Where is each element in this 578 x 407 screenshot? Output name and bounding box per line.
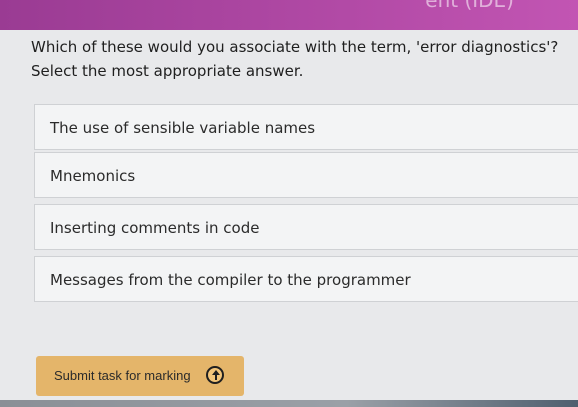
question-instruction: Select the most appropriate answer. — [31, 62, 304, 80]
answer-option-1[interactable]: The use of sensible variable names — [34, 104, 578, 150]
question-text: Which of these would you associate with … — [31, 38, 559, 56]
question-panel: Which of these would you associate with … — [0, 30, 578, 407]
submit-button[interactable]: Submit task for marking — [36, 356, 244, 396]
upload-icon — [206, 366, 224, 384]
answer-option-3[interactable]: Inserting comments in code — [34, 204, 578, 250]
lesson-title-partial: ent (IDE) — [425, 0, 514, 12]
answer-label: The use of sensible variable names — [50, 119, 316, 137]
answer-option-4[interactable]: Messages from the compiler to the progra… — [34, 256, 578, 302]
submit-label: Submit task for marking — [54, 368, 191, 383]
answer-label: Inserting comments in code — [50, 219, 260, 237]
answer-option-2[interactable]: Mnemonics — [34, 152, 578, 198]
answer-label: Mnemonics — [50, 167, 136, 185]
top-banner: ent (IDE) — [0, 0, 578, 30]
bottom-strip — [0, 400, 578, 407]
answer-label: Messages from the compiler to the progra… — [50, 271, 411, 289]
